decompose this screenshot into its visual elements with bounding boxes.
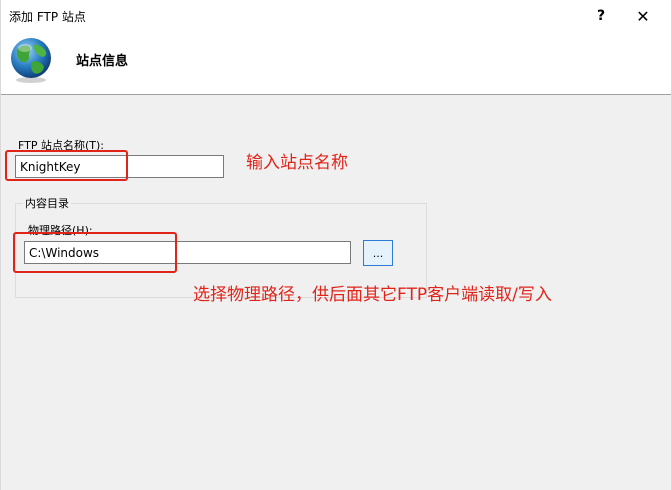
site-name-highlight bbox=[5, 150, 128, 181]
page-title: 站点信息 bbox=[76, 54, 129, 69]
title-bar: 添加 FTP 站点 ? ✕ bbox=[1, 0, 671, 32]
physical-path-annotation: 选择物理路径，供后面其它FTP客户端读取/写入 bbox=[193, 285, 552, 305]
content-directory-label: 内容目录 bbox=[23, 195, 71, 211]
globe-icon bbox=[11, 38, 51, 83]
site-name-annotation: 输入站点名称 bbox=[246, 153, 348, 173]
wizard-header: 站点信息 bbox=[1, 32, 671, 95]
physical-path-highlight bbox=[13, 232, 177, 273]
close-button[interactable]: ✕ bbox=[623, 0, 663, 32]
add-ftp-site-dialog: 添加 FTP 站点 ? ✕ 站点信息 FTP 站点名称(T): KnightKe… bbox=[0, 0, 672, 490]
browse-button[interactable]: ... bbox=[363, 240, 393, 266]
help-button[interactable]: ? bbox=[581, 0, 621, 32]
window-title: 添加 FTP 站点 bbox=[9, 10, 86, 24]
